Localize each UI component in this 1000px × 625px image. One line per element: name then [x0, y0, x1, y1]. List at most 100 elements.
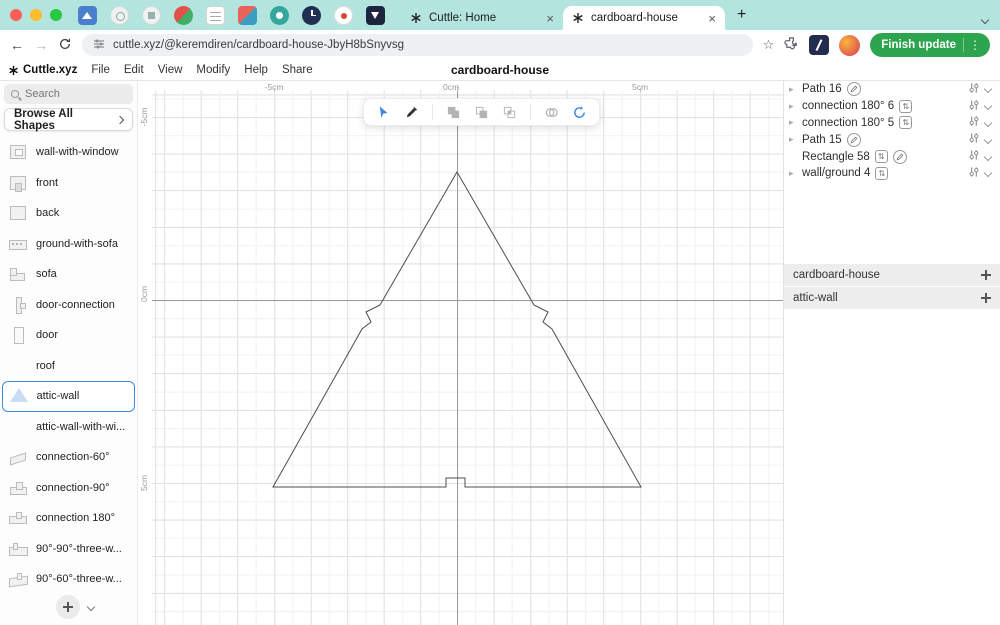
disclosure-caret-icon[interactable]: ▸ [789, 84, 797, 95]
boolean-union-icon[interactable] [446, 105, 461, 120]
layer-row[interactable]: ▸ Path 15 [784, 131, 1000, 148]
close-window-button[interactable] [10, 9, 22, 21]
menu-edit[interactable]: Edit [124, 64, 144, 76]
boolean-intersect-icon[interactable] [502, 105, 517, 120]
disclosure-caret-icon[interactable]: ▸ [789, 168, 797, 179]
tab-close-icon[interactable]: × [708, 12, 716, 25]
edit-pencil-icon[interactable] [846, 132, 861, 147]
shape-item-back[interactable]: back [0, 198, 137, 229]
component-badge-icon[interactable]: ⇅ [874, 150, 888, 164]
extension-icon[interactable] [174, 5, 193, 25]
tab-cardboard-house[interactable]: cardboard-house × [563, 6, 725, 30]
expand-chevron-icon[interactable] [983, 85, 993, 94]
parameters-sliders-icon[interactable] [968, 99, 980, 114]
layer-row[interactable]: ▸ connection 180° 6 ⇅ [784, 98, 1000, 115]
disclosure-caret-icon[interactable]: ▸ [789, 117, 797, 128]
extension-icon[interactable] [238, 5, 257, 25]
select-tool-icon[interactable] [376, 105, 391, 120]
expand-chevron-icon[interactable] [983, 135, 993, 145]
expand-chevron-icon[interactable] [983, 169, 993, 178]
shape-thumbnail [8, 356, 28, 376]
shape-item-ground-with-sofa[interactable]: ground-with-sofa [0, 229, 137, 260]
extension-icon[interactable] [270, 5, 289, 25]
disclosure-caret-icon[interactable]: ▸ [789, 134, 797, 145]
edit-pencil-icon[interactable] [892, 149, 907, 164]
shape-item-attic-wall-with-window[interactable]: attic-wall-with-wi... [0, 412, 137, 443]
component-badge-icon[interactable]: ⇅ [875, 166, 889, 180]
extension-icon[interactable] [334, 5, 353, 25]
shape-item-door[interactable]: door [0, 320, 137, 351]
add-shape-menu-chevron-icon[interactable] [86, 602, 96, 612]
extension-icon[interactable] [302, 5, 321, 25]
shape-item-connection-60[interactable]: connection-60° [0, 442, 137, 473]
shape-item-roof[interactable]: roof [0, 351, 137, 382]
section-cardboard-house[interactable]: cardboard-house [784, 264, 1000, 286]
section-attic-wall[interactable]: attic-wall [784, 287, 1000, 309]
outline-tool-icon[interactable] [544, 105, 559, 120]
component-badge-icon[interactable]: ⇅ [899, 99, 913, 113]
parameters-sliders-icon[interactable] [968, 82, 980, 97]
add-icon[interactable] [981, 293, 991, 303]
tab-search-icon[interactable] [980, 12, 990, 26]
shape-item-sofa[interactable]: sofa [0, 259, 137, 290]
profile-avatar[interactable] [839, 34, 861, 56]
shape-item-door-connection[interactable]: door-connection [0, 290, 137, 321]
extensions-puzzle-icon[interactable] [784, 36, 799, 54]
menu-file[interactable]: File [91, 64, 110, 76]
extension-icon[interactable] [142, 5, 161, 25]
new-tab-button[interactable]: + [737, 7, 746, 23]
expand-chevron-icon[interactable] [983, 118, 993, 128]
rotate-copies-tool-icon[interactable] [572, 105, 587, 120]
forward-button[interactable]: → [34, 37, 48, 53]
parameters-sliders-icon[interactable] [968, 149, 980, 164]
extension-icon[interactable] [110, 5, 129, 25]
search-box[interactable] [4, 84, 133, 104]
shape-item-90-90-three-way[interactable]: 90°-90°-three-w... [0, 534, 137, 565]
pinned-extension-icon[interactable] [809, 35, 830, 55]
layer-row[interactable]: ▸ Rectangle 58 ⇅ [784, 148, 1000, 165]
extension-icon[interactable] [366, 5, 385, 25]
address-bar[interactable]: cuttle.xyz/@keremdiren/cardboard-house-J… [82, 34, 753, 56]
disclosure-caret-icon[interactable]: ▸ [789, 101, 797, 112]
finish-update-button[interactable]: Finish update ⋮ [870, 33, 990, 57]
component-badge-icon[interactable]: ⇅ [899, 116, 913, 130]
menu-modify[interactable]: Modify [196, 64, 230, 76]
zoom-window-button[interactable] [50, 9, 62, 21]
site-info-icon[interactable] [93, 38, 105, 53]
expand-chevron-icon[interactable] [983, 152, 993, 161]
add-shape-button[interactable] [56, 595, 80, 619]
expand-chevron-icon[interactable] [983, 101, 993, 111]
layer-row[interactable]: ▸ wall/ground 4 ⇅ [784, 165, 1000, 182]
parameters-sliders-icon[interactable] [968, 166, 980, 181]
menu-help[interactable]: Help [244, 64, 268, 76]
extension-icon[interactable] [206, 5, 225, 25]
shape-item-attic-wall[interactable]: attic-wall [2, 381, 135, 412]
bookmark-star-icon[interactable]: ☆ [763, 37, 775, 53]
add-icon[interactable] [981, 270, 991, 280]
tab-cuttle-home[interactable]: Cuttle: Home × [401, 6, 563, 30]
boolean-subtract-icon[interactable] [474, 105, 489, 120]
browser-menu-icon[interactable]: ⋮ [963, 38, 986, 52]
design-canvas[interactable]: -5cm 0cm 5cm -5cm 0cm 5cm [138, 81, 783, 625]
shape-item-connection-90[interactable]: connection-90° [0, 473, 137, 504]
search-input[interactable] [25, 88, 126, 100]
cuttle-logo[interactable]: Cuttle.xyz [8, 64, 77, 76]
layer-row[interactable]: ▸ connection 180° 5 ⇅ [784, 115, 1000, 132]
parameters-sliders-icon[interactable] [968, 132, 980, 147]
edit-pencil-icon[interactable] [846, 82, 861, 97]
extension-icon[interactable] [78, 5, 97, 25]
tab-close-icon[interactable]: × [546, 12, 554, 25]
menu-view[interactable]: View [158, 64, 183, 76]
browse-all-shapes-button[interactable]: Browse All Shapes [4, 108, 133, 132]
shape-item-wall-with-window[interactable]: wall-with-window [0, 137, 137, 168]
parameters-sliders-icon[interactable] [968, 115, 980, 130]
reload-button[interactable] [58, 37, 72, 54]
layer-row[interactable]: ▸ Path 16 [784, 81, 1000, 98]
minimize-window-button[interactable] [30, 9, 42, 21]
back-button[interactable]: ← [10, 37, 24, 53]
shape-item-90-60-three-way[interactable]: 90°-60°-three-w... [0, 564, 137, 595]
pen-tool-icon[interactable] [404, 105, 419, 120]
shape-item-front[interactable]: front [0, 168, 137, 199]
shape-item-connection-180[interactable]: connection 180° [0, 503, 137, 534]
menu-share[interactable]: Share [282, 64, 313, 76]
